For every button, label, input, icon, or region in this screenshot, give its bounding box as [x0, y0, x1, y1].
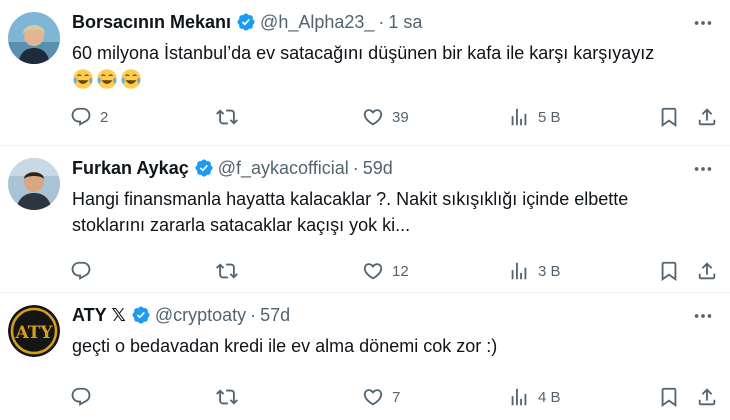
- handle[interactable]: @cryptoaty: [155, 305, 246, 326]
- retweet-button[interactable]: [216, 384, 246, 410]
- tweet-text-line: stoklarını zararla satacaklar kaçışı yok…: [72, 215, 411, 235]
- share-icon: [698, 262, 716, 280]
- reply-icon: [71, 107, 91, 126]
- heart-icon: [363, 389, 383, 406]
- bookmark-icon: [661, 261, 677, 282]
- verified-badge-icon: [194, 158, 214, 178]
- tweet-actions: 12 3 B: [70, 258, 720, 284]
- share-button[interactable]: [696, 258, 718, 284]
- reply-count: 2: [100, 108, 109, 126]
- timestamp[interactable]: 57d: [260, 305, 290, 326]
- aty-logo-text: ATY: [14, 323, 53, 343]
- tweet-actions: 7 4 B: [70, 384, 720, 410]
- reply-button[interactable]: [70, 384, 100, 410]
- separator-dot: ·: [378, 11, 385, 32]
- avatar[interactable]: ATY: [8, 305, 60, 357]
- views-button[interactable]: 5 B: [508, 104, 561, 130]
- like-button[interactable]: 39: [362, 104, 409, 130]
- retweet-button[interactable]: [216, 104, 246, 130]
- separator-dot: ·: [250, 304, 257, 325]
- timestamp[interactable]: 1 sa: [388, 12, 422, 33]
- share-button[interactable]: [696, 384, 718, 410]
- handle[interactable]: @f_aykacofficial: [218, 158, 349, 179]
- more-options-icon[interactable]: [692, 12, 714, 34]
- avatar[interactable]: [8, 158, 60, 210]
- tweet-text: Hangi finansmanla hayatta kalacaklar ?. …: [72, 186, 712, 238]
- reply-icon: [71, 387, 91, 406]
- display-name[interactable]: Furkan Aykaç: [72, 158, 189, 179]
- verified-badge-icon: [131, 305, 151, 325]
- view-count: 3 B: [538, 262, 561, 280]
- separator-dot: ·: [352, 157, 359, 178]
- views-button[interactable]: 3 B: [508, 258, 561, 284]
- bookmark-icon: [661, 107, 677, 128]
- share-button[interactable]: [696, 104, 718, 130]
- bookmark-button[interactable]: [658, 384, 680, 410]
- tweet[interactable]: Furkan Aykaç @f_aykacofficial · 59d Hang…: [0, 146, 730, 292]
- timestamp[interactable]: 59d: [363, 158, 393, 179]
- retweet-button[interactable]: [216, 258, 246, 284]
- reply-icon: [71, 261, 91, 280]
- like-count: 7: [392, 388, 401, 406]
- tweet[interactable]: Borsacının Mekanı @h_Alpha23_ · 1 sa 60 …: [0, 0, 730, 145]
- view-count: 5 B: [538, 108, 561, 126]
- tweet-actions: 2 39 5 B: [70, 104, 720, 130]
- share-icon: [698, 388, 716, 406]
- verified-badge-icon: [236, 12, 256, 32]
- more-options-icon[interactable]: [692, 305, 714, 327]
- tweet-text-line: 60 milyona İstanbul’da ev satacağını düş…: [72, 43, 655, 63]
- views-button[interactable]: 4 B: [508, 384, 561, 410]
- view-count: 4 B: [538, 388, 561, 406]
- reply-button[interactable]: [70, 258, 100, 284]
- bookmark-button[interactable]: [658, 258, 680, 284]
- like-count: 39: [392, 108, 409, 126]
- tweet-text-line: Hangi finansmanla hayatta kalacaklar ?. …: [72, 189, 629, 209]
- like-button[interactable]: 12: [362, 258, 409, 284]
- heart-icon: [363, 263, 383, 280]
- face-with-tears-of-joy-icon: [97, 69, 117, 89]
- more-options-icon[interactable]: [692, 158, 714, 180]
- analytics-icon: [511, 262, 527, 280]
- bookmark-button[interactable]: [658, 104, 680, 130]
- like-button[interactable]: 7: [362, 384, 400, 410]
- face-with-tears-of-joy-icon: [73, 69, 93, 89]
- tweet-text-line: geçti o bedavadan kredi ile ev alma döne…: [72, 336, 498, 356]
- tweet-text: geçti o bedavadan kredi ile ev alma döne…: [72, 333, 712, 359]
- display-name[interactable]: Borsacının Mekanı: [72, 12, 231, 33]
- retweet-icon: [216, 263, 238, 279]
- avatar[interactable]: [8, 12, 60, 64]
- display-name[interactable]: ATY 𝕏: [72, 305, 126, 326]
- share-icon: [698, 108, 716, 126]
- reply-button[interactable]: 2: [70, 104, 108, 130]
- bookmark-icon: [661, 387, 677, 408]
- analytics-icon: [511, 388, 527, 406]
- analytics-icon: [511, 108, 527, 126]
- tweet[interactable]: ATY ATY 𝕏 @cryptoaty · 57d geçti o bedav…: [0, 293, 730, 420]
- heart-icon: [363, 109, 383, 126]
- retweet-icon: [216, 389, 238, 405]
- tweet-text: 60 milyona İstanbul’da ev satacağını düş…: [72, 40, 712, 90]
- retweet-icon: [216, 109, 238, 125]
- face-with-tears-of-joy-icon: [121, 69, 141, 89]
- like-count: 12: [392, 262, 409, 280]
- handle[interactable]: @h_Alpha23_: [260, 12, 374, 33]
